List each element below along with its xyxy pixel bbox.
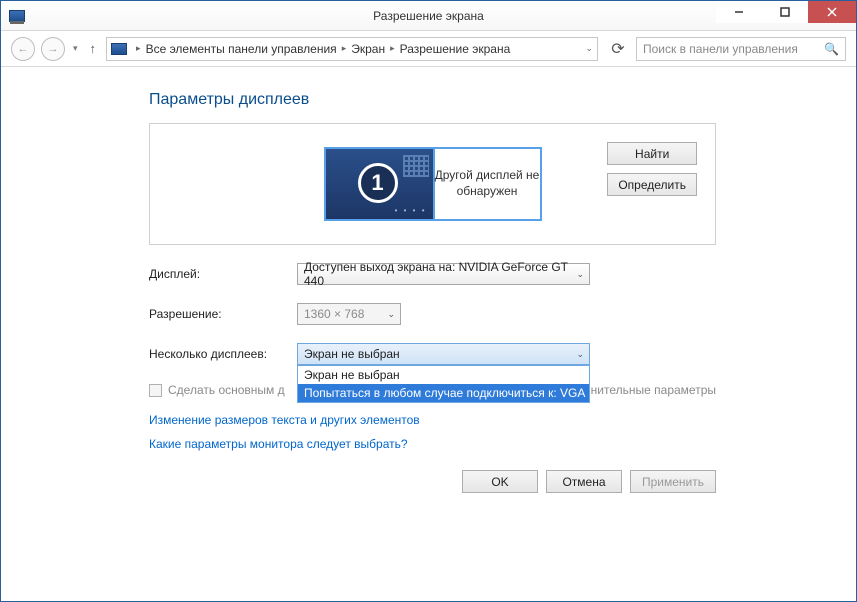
- multi-value: Экран не выбран: [304, 347, 400, 361]
- maximize-button[interactable]: [762, 1, 808, 23]
- history-dropdown-icon[interactable]: ▾: [71, 43, 80, 54]
- chevron-down-icon: ⌄: [576, 269, 584, 280]
- make-primary-checkbox: [149, 384, 162, 397]
- display-select[interactable]: Доступен выход экрана на: NVIDIA GeForce…: [297, 263, 590, 285]
- identify-button[interactable]: Определить: [607, 173, 697, 196]
- chevron-down-icon: ⌄: [387, 309, 395, 320]
- page-heading: Параметры дисплеев: [149, 91, 716, 109]
- chevron-right-icon: ▸: [387, 43, 398, 54]
- chevron-right-icon: ▸: [133, 43, 144, 54]
- multi-option-none[interactable]: Экран не выбран: [298, 366, 589, 384]
- resize-text-link[interactable]: Изменение размеров текста и других элеме…: [149, 413, 716, 427]
- multi-displays-dropdown: Экран не выбран Попытаться в любом случа…: [297, 365, 590, 403]
- crumb-root[interactable]: Все элементы панели управления: [146, 42, 337, 56]
- monitor-not-detected-text: Другой дисплей не обнаружен: [435, 168, 540, 199]
- crumb-leaf[interactable]: Разрешение экрана: [400, 42, 511, 56]
- window-controls: [716, 1, 856, 23]
- search-icon: 🔍: [824, 42, 839, 56]
- multi-label: Несколько дисплеев:: [149, 347, 297, 361]
- monitor-not-detected[interactable]: Другой дисплей не обнаружен: [433, 147, 542, 221]
- display-row: Дисплей: Доступен выход экрана на: NVIDI…: [149, 263, 716, 285]
- which-settings-link[interactable]: Какие параметры монитора следует выбрать…: [149, 437, 716, 451]
- titlebar: Разрешение экрана: [1, 1, 856, 31]
- back-button[interactable]: ←: [11, 37, 35, 61]
- chevron-down-icon[interactable]: ⌄: [585, 43, 593, 54]
- find-button[interactable]: Найти: [607, 142, 697, 165]
- window: Разрешение экрана ← → ▾ ↑ ▸ Все элементы…: [0, 0, 857, 602]
- resolution-select: 1360 × 768 ⌄: [297, 303, 401, 325]
- ok-button[interactable]: OK: [462, 470, 538, 493]
- monitors: 1 • • • • Другой дисплей не обнаружен: [324, 147, 542, 221]
- forward-button[interactable]: →: [41, 37, 65, 61]
- cancel-button[interactable]: Отмена: [546, 470, 622, 493]
- monitor-grid-icon: [403, 155, 429, 177]
- displays-preview: 1 • • • • Другой дисплей не обнаружен На…: [149, 123, 716, 245]
- search-input[interactable]: Поиск в панели управления 🔍: [636, 37, 846, 61]
- refresh-button[interactable]: ⟳: [606, 37, 630, 61]
- advanced-params-link[interactable]: лнительные параметры: [584, 383, 716, 397]
- resolution-row: Разрешение: 1360 × 768 ⌄: [149, 303, 716, 325]
- make-primary-label: Сделать основным д: [168, 383, 285, 397]
- minimize-button[interactable]: [716, 1, 762, 23]
- crumb-mid[interactable]: Экран: [351, 42, 385, 56]
- display-label: Дисплей:: [149, 267, 297, 281]
- multi-displays-select[interactable]: Экран не выбран ⌄: [297, 343, 590, 365]
- resolution-value: 1360 × 768: [304, 307, 364, 321]
- navbar: ← → ▾ ↑ ▸ Все элементы панели управления…: [1, 31, 856, 67]
- chevron-down-icon: ⌄: [576, 349, 584, 360]
- monitor-1[interactable]: 1 • • • •: [324, 147, 433, 221]
- resolution-label: Разрешение:: [149, 307, 297, 321]
- display-side-buttons: Найти Определить: [607, 142, 697, 196]
- multi-option-vga[interactable]: Попытаться в любом случае подключиться к…: [298, 384, 589, 402]
- address-bar[interactable]: ▸ Все элементы панели управления ▸ Экран…: [106, 37, 598, 61]
- multi-displays-row: Несколько дисплеев: Экран не выбран ⌄ Эк…: [149, 343, 716, 365]
- dialog-buttons: OK Отмена Применить: [462, 470, 716, 493]
- close-button[interactable]: [808, 1, 856, 23]
- monitor-dots-icon: • • • •: [395, 206, 427, 215]
- chevron-right-icon: ▸: [339, 43, 350, 54]
- search-placeholder: Поиск в панели управления: [643, 42, 798, 56]
- apply-button: Применить: [630, 470, 716, 493]
- location-icon: [111, 43, 127, 55]
- content: Параметры дисплеев 1 • • • • Другой дисп…: [1, 67, 856, 465]
- monitor-number: 1: [358, 163, 398, 203]
- up-button[interactable]: ↑: [86, 41, 101, 56]
- display-value: Доступен выход экрана на: NVIDIA GeForce…: [304, 260, 569, 288]
